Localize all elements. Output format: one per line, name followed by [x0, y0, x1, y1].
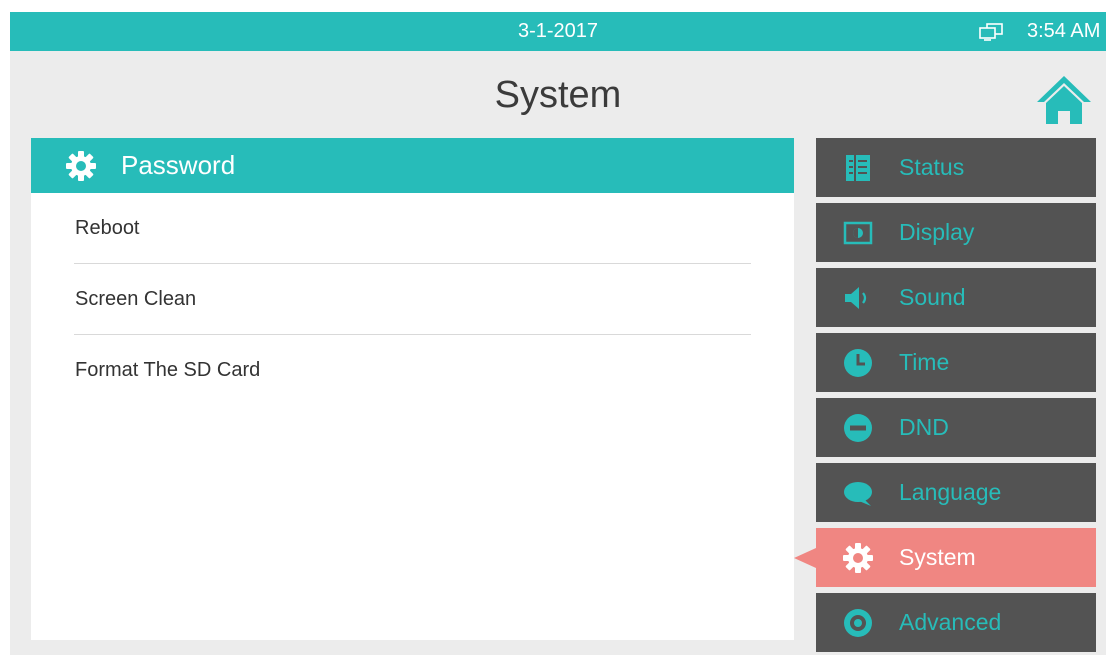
- gear-icon: [66, 151, 96, 181]
- menu-item-advanced[interactable]: Advanced: [816, 593, 1096, 652]
- status-bar: 3-1-2017 3:54 AM: [10, 12, 1106, 51]
- target-icon: [844, 609, 872, 637]
- menu-label: Language: [899, 479, 1002, 505]
- menu-label: Sound: [899, 284, 966, 310]
- menu-label: Advanced: [899, 609, 1002, 635]
- panel-header-password[interactable]: Password: [31, 138, 794, 193]
- menu-label: Display: [899, 219, 975, 245]
- status-date: 3-1-2017: [517, 20, 599, 42]
- status-time: 3:54 AM: [1027, 20, 1101, 42]
- panel-header-label: Password: [121, 150, 236, 180]
- menu-item-language[interactable]: Language: [816, 463, 1096, 522]
- menu-label: System: [899, 544, 976, 570]
- menu-item-status[interactable]: Status: [816, 138, 1096, 197]
- menu-item-system[interactable]: System: [794, 528, 1096, 587]
- list-item-screen-clean[interactable]: Screen Clean: [74, 264, 751, 335]
- menu-label: DND: [899, 414, 949, 440]
- page-title: System: [494, 74, 622, 116]
- menu-label: Time: [899, 349, 950, 375]
- menu-item-time[interactable]: Time: [816, 333, 1096, 392]
- menu-item-sound[interactable]: Sound: [816, 268, 1096, 327]
- settings-menu: Status Display Sound Time DND Language S…: [794, 138, 1096, 655]
- menu-item-dnd[interactable]: DND: [816, 398, 1096, 457]
- gear-icon: [843, 543, 873, 573]
- network-icon: [979, 23, 1003, 41]
- speaker-icon: [845, 287, 867, 309]
- system-options-list: Reboot Screen Clean Format The SD Card: [74, 193, 751, 406]
- status-icon: [846, 155, 870, 181]
- selection-pointer: [794, 548, 816, 568]
- clock-icon: [844, 349, 872, 377]
- menu-item-display[interactable]: Display: [816, 203, 1096, 262]
- speech-bubble-icon: [844, 482, 872, 506]
- menu-label: Status: [899, 154, 965, 180]
- display-icon: [843, 221, 873, 245]
- dnd-icon: [844, 414, 872, 442]
- home-icon[interactable]: [1034, 72, 1094, 127]
- list-item-reboot[interactable]: Reboot: [74, 193, 751, 264]
- settings-panel: Password Reboot Screen Clean Format The …: [31, 138, 794, 640]
- device-screen: 3-1-2017 3:54 AM System Password Reboot …: [10, 12, 1106, 655]
- list-item-format-sd-card[interactable]: Format The SD Card: [74, 335, 751, 406]
